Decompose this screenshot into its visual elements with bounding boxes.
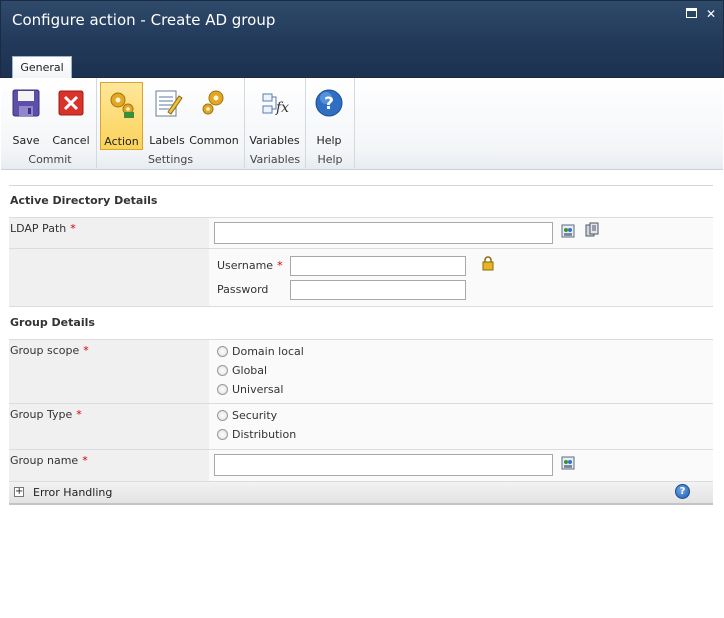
group-label-help: Help (317, 153, 343, 166)
variables-fx-icon: fx (262, 93, 289, 116)
radio-domain-local[interactable]: Domain local (217, 345, 304, 358)
help-question-icon: ? (315, 89, 343, 117)
common-button[interactable]: Common (189, 82, 239, 148)
action-button[interactable]: Action (100, 82, 143, 150)
error-handling-label[interactable]: Error Handling (33, 486, 112, 499)
action-gears-icon (110, 92, 134, 118)
help-button[interactable]: ? Help (309, 82, 349, 148)
group-type-label: Group Type * (10, 408, 82, 421)
svg-text:fx: fx (275, 100, 289, 116)
group-scope-label: Group scope * (10, 344, 89, 357)
group-scope-row: Group scope * Domain local Global Univers… (9, 339, 713, 404)
group-label-commit: Commit (28, 153, 72, 166)
section-header-group-details: Group Details (10, 316, 95, 329)
ldap-path-input[interactable] (214, 222, 553, 244)
radio-distribution[interactable]: Distribution (217, 428, 296, 441)
server-browse-icon[interactable] (584, 222, 600, 238)
svg-text:?: ? (324, 94, 334, 114)
help-icon[interactable]: ? (675, 484, 690, 499)
cancel-button[interactable]: Cancel (51, 82, 91, 148)
group-separator (354, 78, 355, 168)
save-button[interactable]: Save (6, 82, 46, 148)
credentials-row: Username * Password (9, 249, 713, 307)
address-book-icon[interactable] (560, 455, 576, 471)
maximize-icon[interactable] (684, 7, 698, 21)
expand-icon[interactable]: + (14, 487, 24, 497)
group-name-row: Group name * (9, 450, 713, 482)
section-header-active-directory: Active Directory Details (10, 194, 158, 207)
ldap-path-row: LDAP Path * (9, 217, 713, 249)
password-label: Password (217, 283, 269, 296)
cancel-x-icon (58, 90, 84, 116)
password-input[interactable] (290, 280, 466, 300)
group-name-label: Group name * (10, 454, 88, 467)
title-bar: Configure action - Create AD group ✕ Gen… (0, 0, 724, 79)
ldap-path-label: LDAP Path * (10, 222, 76, 235)
group-name-input[interactable] (214, 454, 553, 476)
variables-button[interactable]: fx Variables (248, 82, 301, 148)
error-handling-bar[interactable]: + Error Handling ? (9, 482, 713, 505)
username-label: Username * (217, 259, 283, 272)
group-label-variables: Variables (249, 153, 301, 166)
username-input[interactable] (290, 256, 466, 276)
group-label-settings: Settings (147, 153, 194, 166)
divider (9, 185, 713, 186)
ribbon: Save Cancel Action Labels Common fx Vari… (1, 78, 723, 170)
save-disk-icon (12, 89, 40, 117)
radio-security[interactable]: Security (217, 409, 277, 422)
labels-button[interactable]: Labels (147, 82, 187, 148)
close-icon[interactable]: ✕ (704, 7, 718, 21)
radio-universal[interactable]: Universal (217, 383, 283, 396)
radio-global[interactable]: Global (217, 364, 267, 377)
common-gears-icon (202, 90, 224, 115)
tab-general[interactable]: General (12, 56, 72, 79)
group-type-row: Group Type * Security Distribution (9, 404, 713, 450)
labels-notepad-icon (155, 90, 183, 117)
window-title: Configure action - Create AD group (12, 11, 276, 29)
lock-icon[interactable] (480, 255, 496, 271)
address-book-icon[interactable] (560, 223, 576, 239)
